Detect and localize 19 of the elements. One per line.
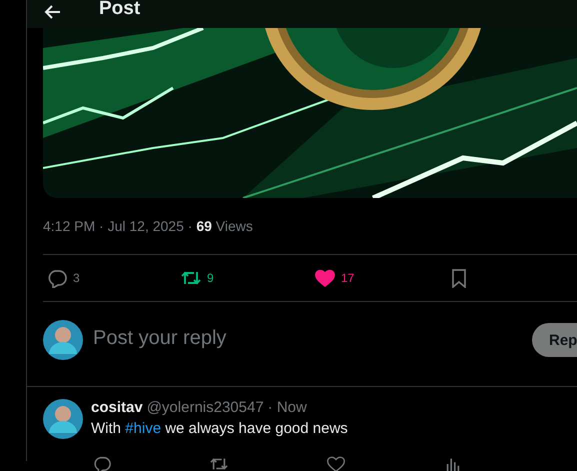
speech-bubble-icon — [47, 268, 67, 288]
avatar — [43, 399, 83, 439]
reply-text: With #hive we always have good news — [91, 420, 349, 437]
user-name[interactable]: cositav — [91, 399, 143, 416]
heart-icon — [315, 268, 335, 288]
post-timestamp: 4:12 PM · Jul 12, 2025 · 69 Views — [43, 218, 253, 234]
hashtag-link[interactable]: #hive — [125, 420, 162, 437]
speech-bubble-icon[interactable] — [93, 455, 111, 471]
post-time: · Now — [268, 399, 307, 416]
user-handle[interactable]: @yolernis230547 — [146, 399, 264, 416]
avatar — [43, 320, 83, 360]
repost-button[interactable]: 9 — [177, 268, 214, 288]
like-button[interactable]: 17 — [311, 268, 354, 288]
bookmark-icon — [449, 268, 469, 288]
reply-button[interactable]: 3 — [43, 268, 80, 288]
reply-field[interactable]: Post your reply — [93, 320, 473, 357]
heart-icon[interactable] — [327, 455, 345, 471]
page-title: Post — [99, 0, 140, 20]
reply-button[interactable]: Rep — [532, 323, 577, 357]
